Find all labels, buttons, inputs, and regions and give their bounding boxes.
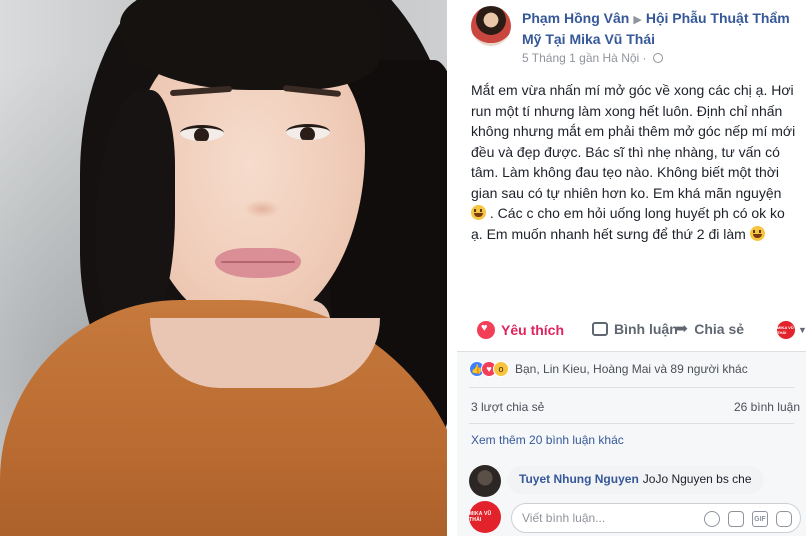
share-button[interactable]: ➦ Chia sẻ xyxy=(674,319,745,338)
globe-icon xyxy=(652,53,663,63)
author-line: Phạm Hồng Vân ▶ Hội Phẫu Thuật Thẩm Mỹ Tại… xyxy=(522,9,802,49)
post-photo[interactable] xyxy=(0,0,447,536)
photo-lips xyxy=(215,248,301,278)
composer-avatar: MIKA VŨ THÁI xyxy=(469,501,501,533)
photo-eye-left xyxy=(180,125,224,141)
divider xyxy=(469,423,794,424)
heart-icon xyxy=(477,321,495,339)
post-timestamp[interactable]: 5 Tháng 1 gần Hà Nội · xyxy=(522,51,647,65)
comment-bubble: Tuyet Nhung Nguyen JoJo Nguyen bs che xyxy=(507,466,764,494)
post-panel: Phạm Hồng Vân ▶ Hội Phẫu Thuật Thẩm Mỹ Tại… xyxy=(457,0,806,536)
chevron-down-icon: ▼ xyxy=(798,325,806,335)
comment-placeholder: Viết bình luận... xyxy=(522,511,606,525)
reactions-summary[interactable]: 👍 ♥ o Bạn, Lin Kieu, Hoàng Mai và 89 ngư… xyxy=(469,361,748,377)
author-avatar[interactable] xyxy=(471,6,511,46)
gif-icon[interactable]: GIF xyxy=(752,511,768,527)
commenter-name[interactable]: Tuyet Nhung Nguyen xyxy=(519,472,639,486)
composer-icons: GIF xyxy=(704,511,792,527)
view-more-comments-link[interactable]: Xem thêm 20 bình luận khác xyxy=(471,433,624,447)
love-label: Yêu thích xyxy=(501,322,565,338)
photo-eye-right xyxy=(286,124,330,140)
photo-nose xyxy=(244,200,280,218)
share-count[interactable]: 3 lượt chia sẻ xyxy=(471,400,544,414)
love-button[interactable]: Yêu thích xyxy=(477,321,564,339)
action-bar: Yêu thích Bình luận ➦ Chia sẻ MIKA VŨ TH… xyxy=(471,317,806,345)
comment-button[interactable]: Bình luận xyxy=(592,321,678,337)
comment-input[interactable]: Viết bình luận... GIF xyxy=(511,503,801,533)
post-meta: 5 Tháng 1 gần Hà Nội · xyxy=(522,51,663,65)
comment-composer: MIKA VŨ THÁI Viết bình luận... GIF xyxy=(469,500,803,534)
emoji-picker-icon[interactable] xyxy=(704,511,720,527)
page-voice-switcher[interactable]: MIKA VŨ THÁI ▼ xyxy=(777,321,806,339)
page-logo: MIKA VŨ THÁI xyxy=(777,321,795,339)
divider xyxy=(469,387,794,388)
emoji-icon xyxy=(749,225,765,241)
commenter-avatar[interactable] xyxy=(469,465,501,497)
comment-icon xyxy=(592,322,608,336)
comment-item: Tuyet Nhung Nguyen JoJo Nguyen bs che xyxy=(469,463,799,497)
comment-count[interactable]: 26 bình luận xyxy=(734,400,800,414)
share-label: Chia sẻ xyxy=(694,321,745,337)
divider xyxy=(457,351,806,352)
comment-label: Bình luận xyxy=(614,321,678,337)
post-body: Mắt em vừa nhấn mí mở góc về xong các ch… xyxy=(471,82,796,201)
author-name[interactable]: Phạm Hồng Vân xyxy=(522,10,629,26)
arrow-right-icon: ▶ xyxy=(633,14,642,26)
share-icon: ➦ xyxy=(674,319,689,338)
reactions-text[interactable]: Bạn, Lin Kieu, Hoàng Mai và 89 người khá… xyxy=(515,362,748,376)
post-text: Mắt em vừa nhấn mí mở góc về xong các ch… xyxy=(471,80,797,244)
post-body-continued: . Các c cho em hỏi uống long huyết ph có… xyxy=(471,205,785,242)
emoji-icon xyxy=(471,205,486,220)
camera-icon[interactable] xyxy=(728,511,744,527)
comment-text: JoJo Nguyen bs che xyxy=(642,472,752,486)
wow-reaction-icon: o xyxy=(493,361,509,377)
sticker-icon[interactable] xyxy=(776,511,792,527)
photo-neckline xyxy=(150,318,380,388)
